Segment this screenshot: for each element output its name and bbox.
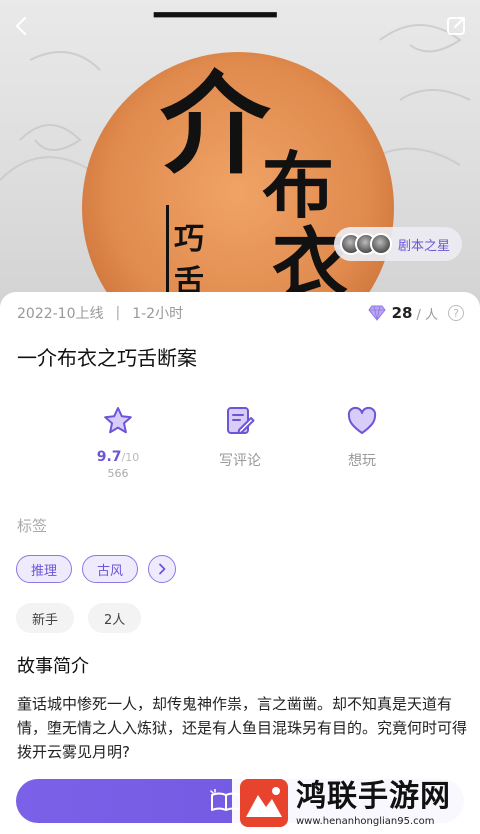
tag-item[interactable]: 推理 xyxy=(16,555,73,583)
online-date: 2022-10上线 xyxy=(17,306,104,322)
tag-chip: 2人 xyxy=(88,603,142,633)
page-title: 一介布衣之巧舌断案 xyxy=(17,346,197,370)
help-icon[interactable]: ? xyxy=(448,305,464,321)
detail-sheet: 2022-10上线 | 1-2小时 28 / 人 ? 一介布衣之巧舌断案 9.7… xyxy=(0,292,480,834)
cover-title-char-1: 一 xyxy=(150,0,281,44)
star-icon xyxy=(104,407,132,434)
diamond-icon xyxy=(367,305,386,321)
action-bar: 9.7/10 566 写评论 想玩 xyxy=(0,404,480,484)
chevron-left-icon xyxy=(15,16,27,36)
rating-of: /10 xyxy=(121,451,140,464)
rating-count: 566 xyxy=(107,467,129,480)
watermark-name: 鸿联手游网 xyxy=(296,778,451,814)
tags-section-label: 标签 xyxy=(17,517,48,535)
avatar-group xyxy=(339,233,392,255)
cover-subtitle-char-1: 巧 xyxy=(174,222,204,257)
players-count: 28 xyxy=(391,304,413,322)
cover-title-char-2: 介 xyxy=(160,60,270,189)
want-to-play-label: 想玩 xyxy=(348,453,376,469)
players-unit: / 人 xyxy=(416,307,438,323)
write-review-button[interactable]: 写评论 xyxy=(195,404,285,470)
watermark-url: www.henanhonglian95.com xyxy=(296,815,435,827)
cover-title-char-3: 布 xyxy=(262,143,335,228)
duration: 1-2小时 xyxy=(132,306,184,322)
tag-item[interactable]: 古风 xyxy=(82,555,139,583)
story-text: 童话城中惨死一人，却传鬼神作祟，言之凿凿。却不知真是天道有情，堕无情之人入炼狱，… xyxy=(17,695,468,761)
chevron-right-icon xyxy=(159,563,166,575)
meta-row: 2022-10上线 | 1-2小时 28 / 人 ? xyxy=(17,302,464,324)
rating-value: 9.7 xyxy=(96,449,122,465)
rating-score: 9.7/10 xyxy=(97,450,140,465)
badge-label: 剧本之星 xyxy=(397,238,450,254)
players-info: 28 / 人 ? xyxy=(367,304,464,323)
watermark-logo xyxy=(240,779,288,827)
story-section-title: 故事简介 xyxy=(17,656,89,677)
avatar xyxy=(369,233,392,255)
write-review-label: 写评论 xyxy=(219,453,261,469)
secondary-tags: 新手 2人 xyxy=(16,603,142,633)
cover-hero: 一 介 布 衣 巧 舌 剧本之星 xyxy=(0,0,480,320)
script-star-badge[interactable]: 剧本之星 xyxy=(333,227,462,261)
tag-chip: 新手 xyxy=(16,603,75,633)
more-tags-button[interactable] xyxy=(148,555,177,583)
heart-icon xyxy=(347,406,377,434)
back-button[interactable] xyxy=(6,10,38,42)
meta-separator: | xyxy=(115,305,121,321)
primary-tags: 推理 古风 xyxy=(16,555,177,583)
rating-button[interactable]: 9.7/10 566 xyxy=(73,404,163,480)
edit-note-icon xyxy=(227,407,255,434)
share-button[interactable] xyxy=(440,10,472,42)
want-to-play-button[interactable]: 想玩 xyxy=(317,404,407,470)
share-icon xyxy=(447,17,465,35)
watermark: 鸿联手游网 www.henanhonglian95.com xyxy=(232,772,480,834)
